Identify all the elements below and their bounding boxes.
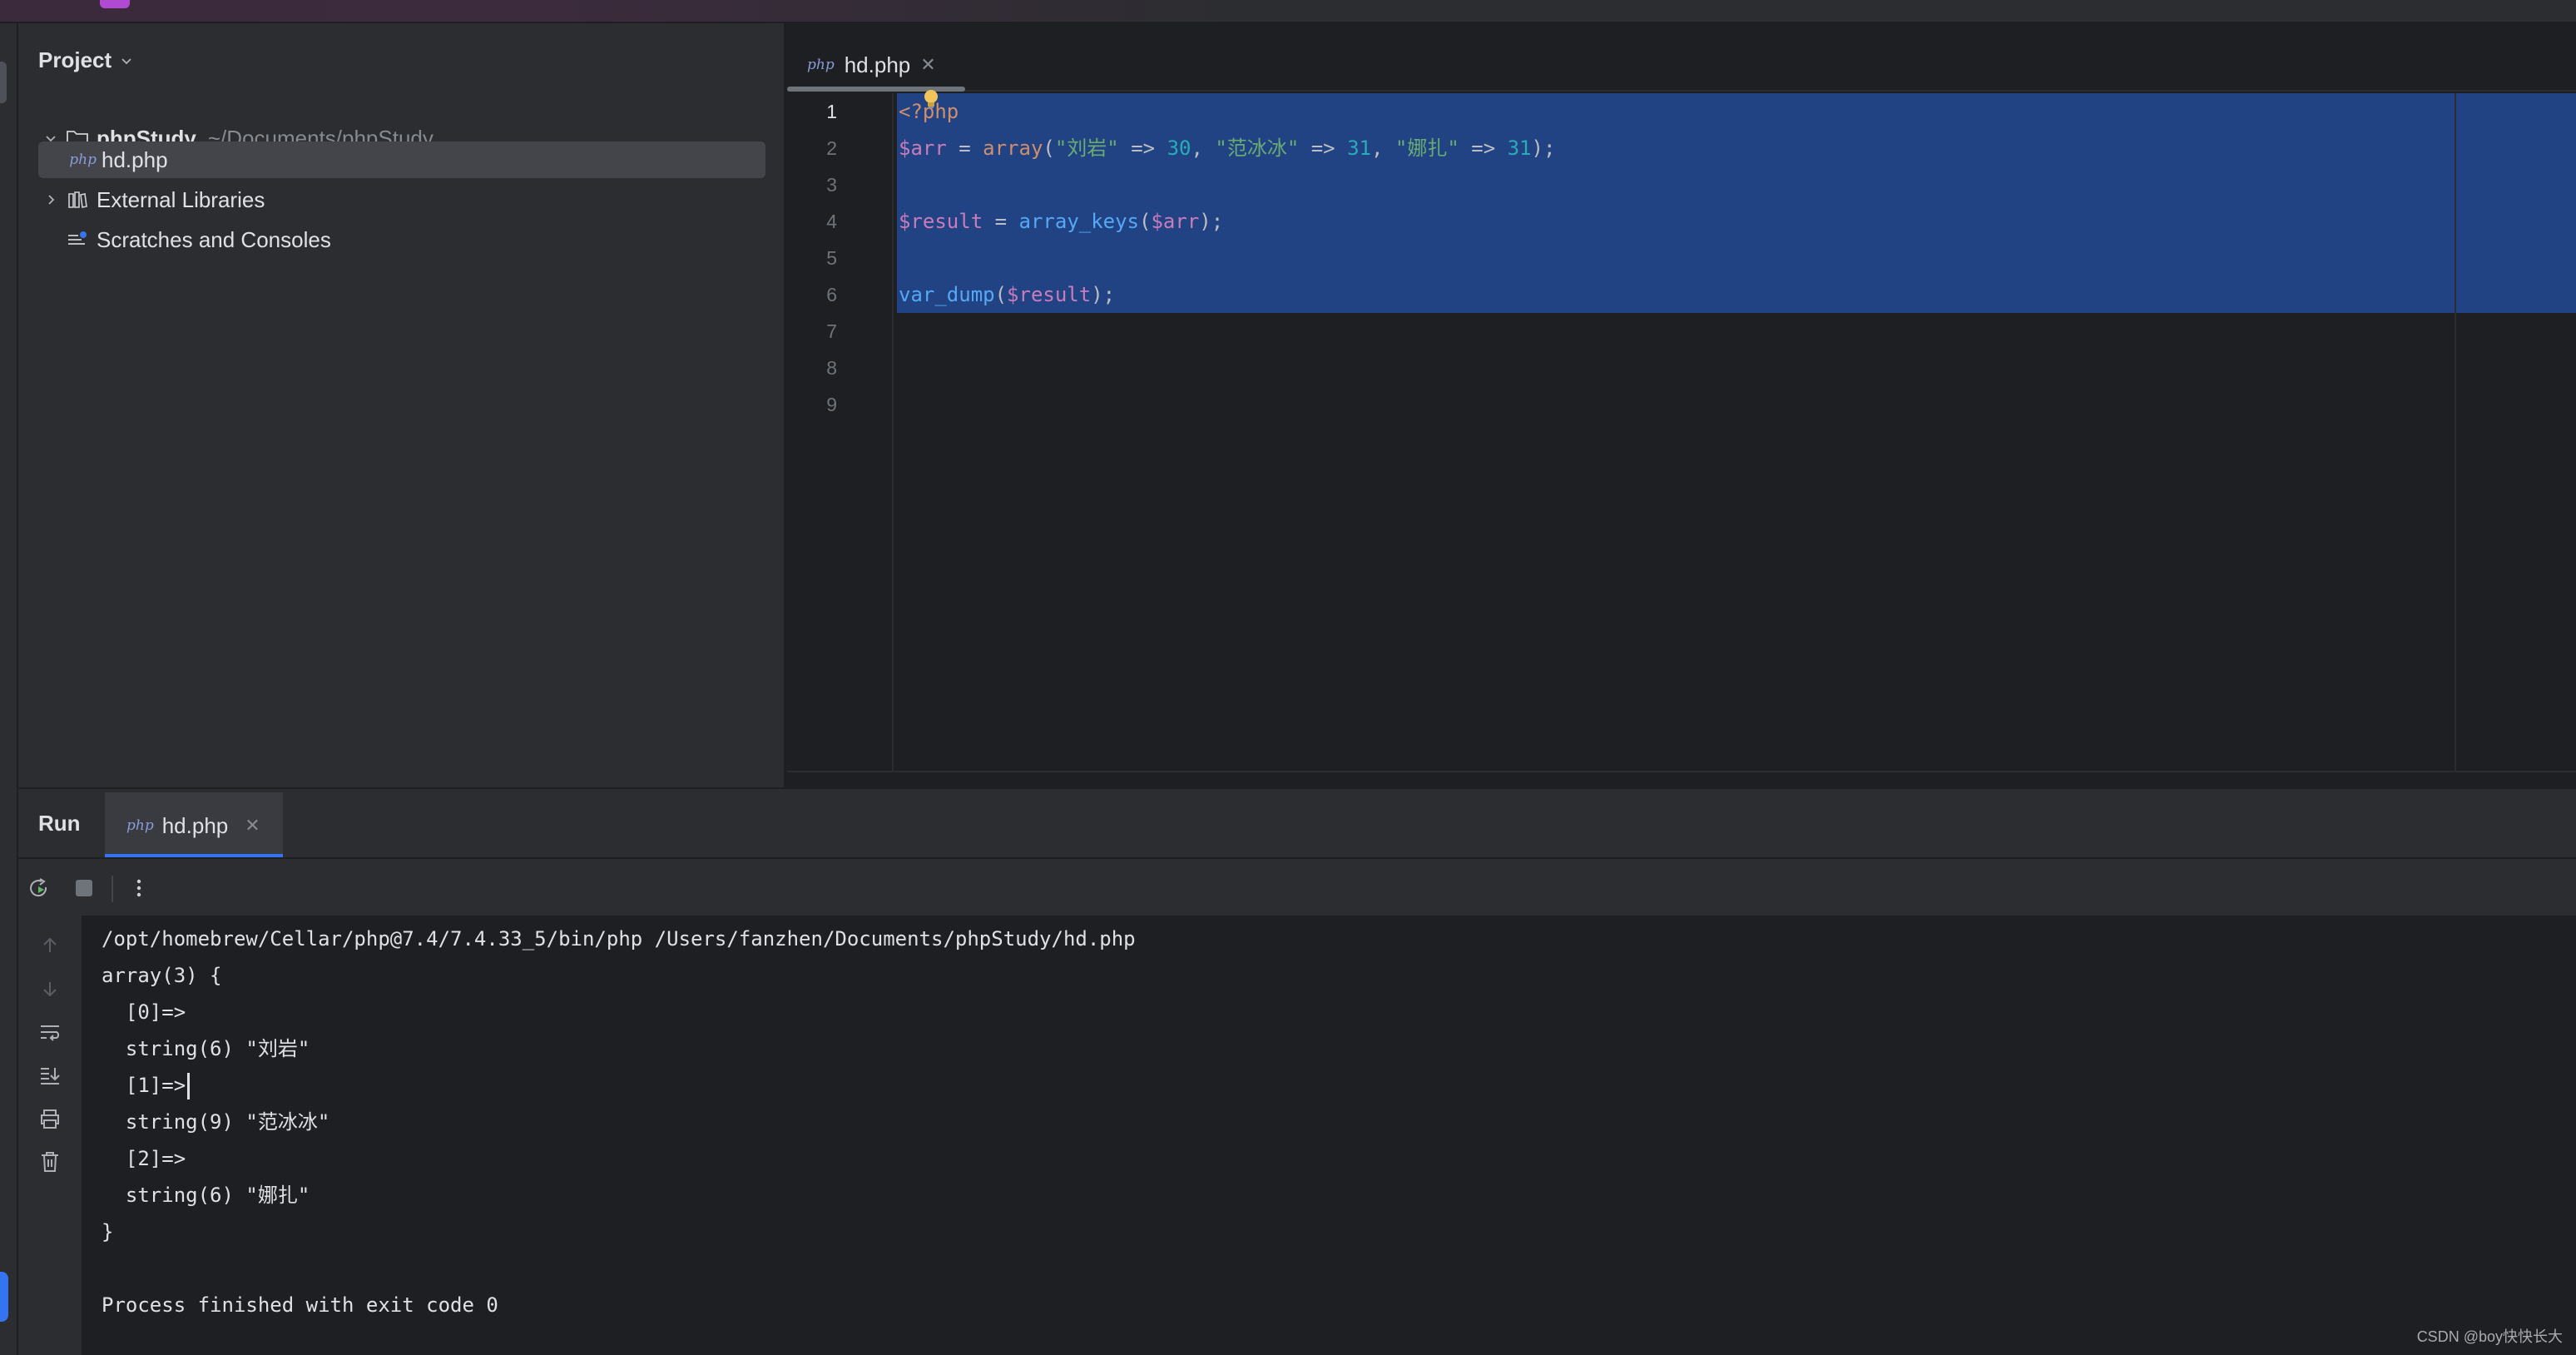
run-tab-hd-php[interactable]: php hd.php ✕ — [105, 792, 283, 859]
app-logo-icon — [100, 0, 130, 8]
project-panel-header[interactable]: Project — [38, 43, 133, 77]
run-toolbar — [18, 857, 2576, 916]
run-header: Run php hd.php ✕ — [18, 787, 2576, 859]
print-icon[interactable] — [37, 1105, 63, 1132]
line-number: 1 — [826, 101, 837, 122]
stripe-run-indicator[interactable] — [0, 1272, 8, 1322]
code-line-4[interactable]: $result = array_keys($arr); — [899, 203, 1223, 240]
rerun-icon[interactable] — [27, 876, 52, 901]
run-tab-label: hd.php — [161, 812, 229, 838]
editor-tab-hd-php[interactable]: php hd.php ✕ — [787, 40, 965, 90]
library-icon — [63, 190, 92, 210]
scroll-to-end-icon[interactable] — [37, 1062, 63, 1089]
console-line: string(6) "娜扎" — [102, 1184, 310, 1207]
console-command-line: /opt/homebrew/Cellar/php@7.4/7.4.33_5/bi… — [102, 927, 1136, 950]
console-line: [2]=> — [102, 1147, 186, 1170]
console-line: string(6) "刘岩" — [102, 1037, 310, 1060]
line-number: 7 — [826, 320, 837, 342]
php-file-icon: php — [807, 57, 835, 73]
console-finish-line: Process finished with exit code 0 — [102, 1293, 498, 1317]
run-title: Run — [38, 811, 81, 836]
editor-tab-bar: php hd.php ✕ — [787, 23, 2576, 92]
text-caret — [187, 1073, 191, 1099]
tree-external-libraries-label: External Libraries — [97, 186, 265, 212]
toolbar-separator — [111, 876, 113, 902]
line-number: 5 — [826, 247, 837, 269]
console-line: } — [102, 1220, 114, 1243]
tree-item-hd-php[interactable]: php hd.php — [38, 141, 765, 178]
console-line: string(9) "范冰冰" — [102, 1110, 330, 1134]
lightbulb-icon[interactable] — [922, 88, 940, 108]
php-run-icon: php — [126, 817, 154, 834]
line-number: 9 — [826, 394, 837, 415]
soft-wrap-icon[interactable] — [37, 1019, 63, 1045]
code-line-2[interactable]: $arr = array("刘岩" => 30, "范冰冰" => 31, "娜… — [899, 130, 1555, 166]
line-number: 3 — [826, 174, 837, 196]
trash-icon[interactable] — [37, 1149, 63, 1175]
editor-bottom-border — [787, 771, 2576, 772]
right-margin-guide — [2455, 93, 2456, 771]
line-number: 4 — [826, 211, 837, 232]
tree-file-name: hd.php — [102, 146, 168, 172]
arrow-down-icon[interactable] — [37, 975, 63, 1002]
line-number: 8 — [826, 357, 837, 379]
title-bar — [0, 0, 2576, 23]
arrow-up-icon[interactable] — [37, 932, 63, 959]
chevron-down-icon[interactable] — [120, 47, 133, 73]
console-sidebar — [18, 916, 82, 1355]
scratches-icon — [63, 230, 92, 250]
line-number: 2 — [826, 137, 837, 159]
close-icon[interactable]: ✕ — [920, 54, 935, 76]
tree-scratches-label: Scratches and Consoles — [97, 226, 331, 252]
console-line-with-caret: [1]=> — [102, 1067, 1136, 1104]
console-output[interactable]: /opt/homebrew/Cellar/php@7.4/7.4.33_5/bi… — [102, 921, 1136, 1323]
code-editor[interactable]: php hd.php ✕ 1 2 3 4 5 6 7 8 9 <?php $ar… — [787, 23, 2576, 787]
stop-icon[interactable] — [72, 876, 97, 901]
code-line-6[interactable]: var_dump($result); — [899, 276, 1115, 313]
editor-tab-label: hd.php — [844, 52, 911, 77]
chevron-right-icon[interactable] — [38, 192, 63, 207]
project-title: Project — [38, 47, 112, 72]
tree-item-scratches[interactable]: Scratches and Consoles — [38, 221, 331, 258]
console-line: [0]=> — [102, 1000, 186, 1024]
more-options-icon[interactable] — [126, 876, 151, 901]
line-number-gutter[interactable]: 1 2 3 4 5 6 7 8 9 — [787, 93, 894, 771]
close-icon[interactable]: ✕ — [245, 815, 260, 836]
project-panel: Project phpStudy ~/Documents/phpStudy ph… — [18, 23, 785, 787]
stripe-project-indicator[interactable] — [0, 62, 7, 103]
line-number: 6 — [826, 284, 837, 305]
console-line: array(3) { — [102, 964, 222, 987]
tool-window-stripe — [0, 23, 18, 1355]
watermark: CSDN @boy快快长大 — [2416, 1328, 2563, 1345]
tree-item-external-libraries[interactable]: External Libraries — [38, 181, 265, 218]
php-file-icon: php — [69, 151, 97, 168]
run-tool-window: Run php hd.php ✕ /opt/homebrew/Cellar/ph… — [18, 787, 2576, 1355]
